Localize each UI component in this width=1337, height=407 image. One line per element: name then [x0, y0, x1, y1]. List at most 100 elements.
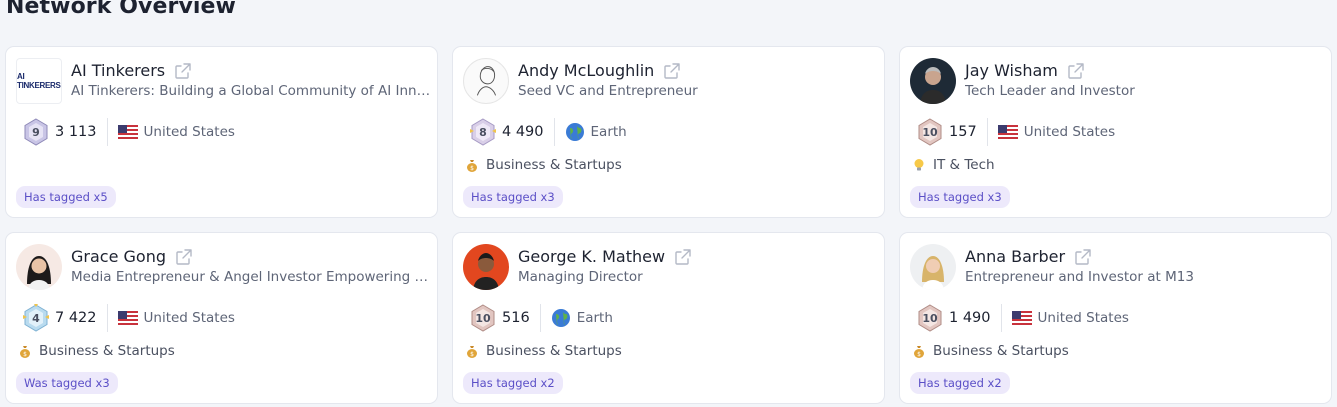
score-value: 516 [502, 310, 530, 326]
earth-globe-icon [551, 308, 571, 328]
level-number: 9 [32, 125, 40, 139]
category-row: $ Business & Startups [17, 343, 175, 359]
profile-subtitle: Seed VC and Entrepreneur [518, 83, 698, 99]
level-number: 10 [475, 311, 491, 325]
category-label: IT & Tech [933, 157, 995, 173]
profile-stats: 10 157 United States [915, 117, 1115, 147]
score-value: 3 113 [55, 124, 97, 140]
external-link-icon[interactable] [174, 62, 192, 80]
profile-subtitle: Managing Director [518, 269, 643, 285]
network-grid: AI TINKERERS AI Tinkerers AI Tinkerers: … [5, 46, 1332, 404]
avatar-logo-text: AI TINKERERS [17, 72, 61, 90]
us-flag-icon [1011, 311, 1032, 325]
profile-card[interactable]: Jay Wisham Tech Leader and Investor 10 1… [899, 46, 1332, 218]
profile-stats: 8 4 490 Earth [468, 117, 627, 147]
profile-name[interactable]: Grace Gong [71, 247, 166, 266]
earth-globe-icon [565, 122, 585, 142]
location-label: United States [1023, 124, 1116, 140]
stats-divider [553, 118, 555, 146]
stats-divider [539, 304, 541, 332]
tag-count-badge: Has tagged x5 [16, 186, 116, 208]
tag-count-badge: Has tagged x2 [910, 372, 1010, 394]
lightbulb-icon [911, 157, 927, 173]
profile-subtitle: Tech Leader and Investor [965, 83, 1135, 99]
stats-divider [1000, 304, 1002, 332]
location-label: Earth [590, 124, 627, 140]
stats-divider [106, 304, 108, 332]
us-flag-icon [117, 125, 138, 139]
level-badge-icon: 10 [915, 117, 945, 147]
location-label: United States [1037, 310, 1129, 326]
level-badge-icon: 10 [468, 303, 498, 333]
profile-subtitle: AI Tinkerers: Building a Global Communit… [71, 83, 431, 99]
profile-card[interactable]: Anna Barber Entrepreneur and Investor at… [899, 232, 1332, 404]
svg-text:$: $ [470, 351, 474, 358]
external-link-icon[interactable] [674, 248, 692, 266]
category-label: Business & Startups [933, 343, 1069, 359]
profile-card[interactable]: Grace Gong Media Entrepreneur & Angel In… [5, 232, 438, 404]
level-badge-icon: 8 [468, 117, 498, 147]
us-flag-icon [997, 125, 1018, 139]
category-label: Business & Startups [39, 343, 175, 359]
profile-subtitle: Entrepreneur and Investor at M13 [965, 269, 1194, 285]
score-value: 7 422 [55, 310, 97, 326]
level-number: 10 [922, 311, 938, 325]
tag-count-badge: Has tagged x3 [910, 186, 1010, 208]
profile-card[interactable]: AI TINKERERS AI Tinkerers AI Tinkerers: … [5, 46, 438, 218]
money-bag-icon: $ [464, 157, 480, 173]
stats-divider [106, 118, 108, 146]
svg-text:$: $ [917, 351, 921, 358]
profile-card[interactable]: Andy McLoughlin Seed VC and Entrepreneur… [452, 46, 885, 218]
level-badge-icon: 10 [915, 303, 945, 333]
level-number: 8 [479, 125, 487, 139]
level-badge-icon: 4 [21, 303, 51, 333]
money-bag-icon: $ [17, 343, 33, 359]
score-value: 157 [949, 124, 977, 140]
svg-text:$: $ [23, 351, 27, 358]
category-row: IT & Tech [911, 157, 995, 173]
category-label: Business & Startups [486, 157, 622, 173]
avatar [910, 244, 956, 290]
level-number: 10 [922, 125, 938, 139]
page-title: Network Overview [6, 0, 236, 19]
profile-name[interactable]: Jay Wisham [965, 61, 1058, 80]
profile-name[interactable]: AI Tinkerers [71, 61, 165, 80]
us-flag-icon [117, 311, 138, 325]
category-row: $ Business & Startups [464, 157, 622, 173]
money-bag-icon: $ [464, 343, 480, 359]
profile-name[interactable]: Andy McLoughlin [518, 61, 654, 80]
score-value: 4 490 [502, 124, 544, 140]
external-link-icon[interactable] [663, 62, 681, 80]
external-link-icon[interactable] [1067, 62, 1085, 80]
profile-subtitle: Media Entrepreneur & Angel Investor Empo… [71, 269, 431, 285]
location-label: Earth [576, 310, 613, 326]
category-label: Business & Startups [486, 343, 622, 359]
category-row: $ Business & Startups [911, 343, 1069, 359]
profile-stats: 10 1 490 United States [915, 303, 1129, 333]
tag-count-badge: Was tagged x3 [16, 372, 118, 394]
money-bag-icon: $ [911, 343, 927, 359]
profile-name[interactable]: George K. Mathew [518, 247, 665, 266]
avatar [16, 244, 62, 290]
level-badge-icon: 9 [21, 117, 51, 147]
avatar [463, 58, 509, 104]
level-number: 4 [32, 311, 40, 325]
avatar: AI TINKERERS [16, 58, 62, 104]
profile-stats: 10 516 Earth [468, 303, 613, 333]
category-row: $ Business & Startups [464, 343, 622, 359]
profile-card[interactable]: George K. Mathew Managing Director 10 51… [452, 232, 885, 404]
location-label: United States [143, 124, 235, 140]
location-label: United States [143, 310, 235, 326]
avatar [910, 58, 956, 104]
external-link-icon[interactable] [175, 248, 193, 266]
profile-name[interactable]: Anna Barber [965, 247, 1065, 266]
profile-stats: 4 7 422 United States [21, 303, 235, 333]
profile-stats: 9 3 113 United States [21, 117, 235, 147]
stats-divider [986, 118, 988, 146]
avatar [463, 244, 509, 290]
score-value: 1 490 [949, 310, 991, 326]
external-link-icon[interactable] [1074, 248, 1092, 266]
tag-count-badge: Has tagged x2 [463, 372, 563, 394]
tag-count-badge: Has tagged x3 [463, 186, 563, 208]
svg-text:$: $ [470, 165, 474, 172]
